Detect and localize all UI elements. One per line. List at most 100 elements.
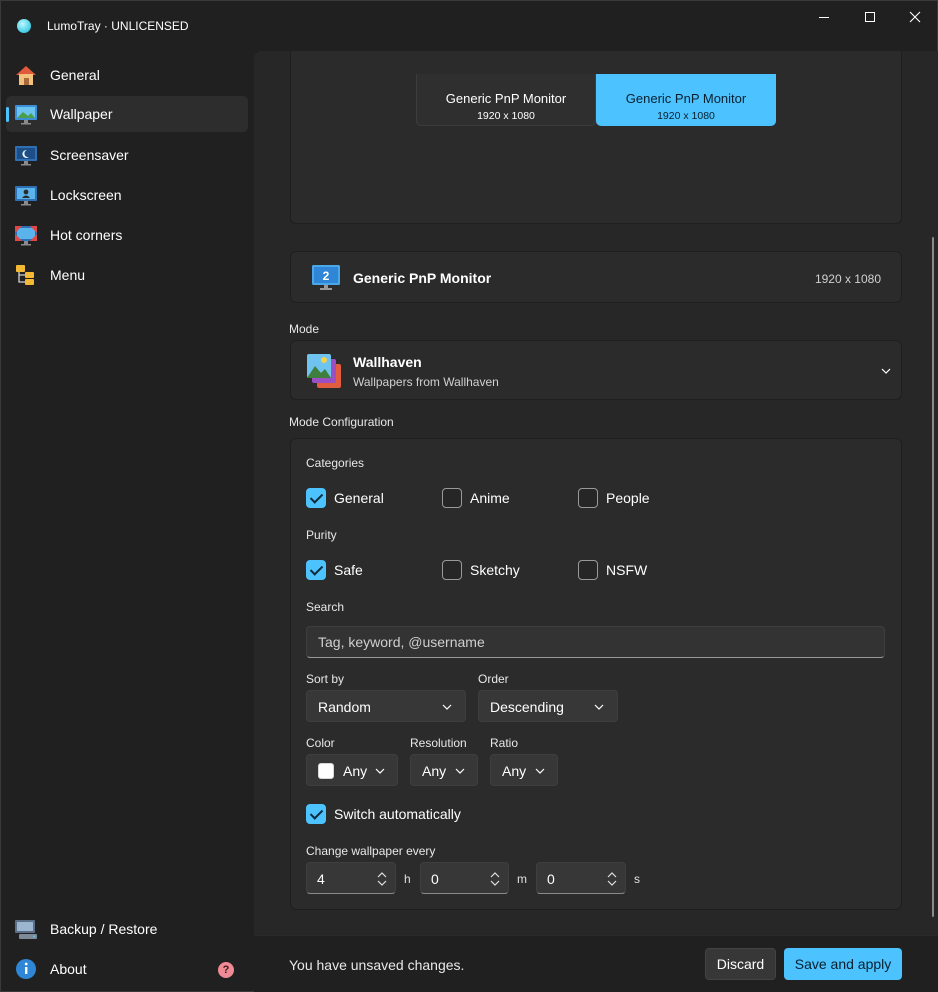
purity-sketchy-label: Sketchy [470,562,520,578]
chevron-down-icon [455,768,465,774]
mode-configuration-card [290,438,902,910]
active-indicator [6,107,9,122]
order-value: Descending [490,699,564,715]
sidebar-item-general[interactable]: General [6,57,248,93]
monitor-tile-2[interactable]: Generic PnP Monitor 1920 x 1080 [596,74,776,126]
close-icon [909,11,921,23]
close-button[interactable] [892,1,938,33]
seconds-stepper[interactable]: 0 [536,862,626,894]
save-and-apply-button[interactable]: Save and apply [784,948,902,980]
sidebar-item-label: Menu [50,267,86,283]
sidebar-item-wallpaper[interactable]: Wallpaper [6,96,248,132]
monitor-name: Generic PnP Monitor [625,91,747,106]
sort-by-value: Random [318,699,371,715]
mode-title: Wallhaven [353,354,422,370]
minutes-unit: m [517,872,527,886]
discard-button[interactable]: Discard [705,948,776,980]
screensaver-icon [15,146,37,166]
spin-arrows-icon[interactable] [376,870,388,888]
selected-monitor-card: 2 Generic PnP Monitor 1920 x 1080 [290,251,902,303]
sidebar-item-label: Wallpaper [50,106,113,122]
monitor-tile-1[interactable]: Generic PnP Monitor 1920 x 1080 [416,74,596,126]
sidebar-item-hot-corners[interactable]: Hot corners [6,217,248,253]
resolution-value: Any [422,763,447,779]
category-people-checkbox[interactable] [578,488,598,508]
chevron-down-icon [375,768,385,774]
hours-stepper[interactable]: 4 [306,862,396,894]
selected-monitor-resolution: 1920 x 1080 [814,272,881,286]
monitor-number: 2 [323,269,330,283]
order-dropdown[interactable]: Descending [478,690,618,722]
lockscreen-icon [15,186,37,206]
sort-by-label: Sort by [306,672,345,686]
chevron-down-icon [535,768,545,774]
sidebar-item-menu[interactable]: Menu [6,257,248,293]
category-anime-label: Anime [470,490,510,506]
backup-icon [15,920,37,939]
order-label: Order [478,672,509,686]
seconds-value: 0 [547,871,555,887]
app-logo-icon [17,19,31,33]
mode-dropdown[interactable]: Wallhaven Wallpapers from Wallhaven [290,340,902,400]
spin-arrows-icon[interactable] [489,870,501,888]
monitor-name: Generic PnP Monitor [445,91,567,106]
sidebar-item-label: Hot corners [50,227,123,243]
ratio-dropdown[interactable]: Any [490,754,558,786]
categories-label: Categories [306,456,365,470]
sort-by-dropdown[interactable]: Random [306,690,466,722]
seconds-unit: s [634,872,640,886]
purity-safe-label: Safe [334,562,363,578]
sidebar-item-backup-restore[interactable]: Backup / Restore [6,911,248,947]
wallhaven-icon [307,354,341,388]
unsaved-changes-text: You have unsaved changes. [289,957,465,973]
home-icon [16,66,36,85]
minutes-stepper[interactable]: 0 [420,862,509,894]
minutes-value: 0 [431,871,439,887]
color-label: Color [306,736,335,750]
color-value: Any [343,763,368,779]
selected-monitor-name: Generic PnP Monitor [353,270,492,286]
hours-value: 4 [317,871,325,887]
minimize-icon [819,16,829,18]
minimize-button[interactable] [801,1,847,33]
info-icon [16,959,36,979]
change-interval-label: Change wallpaper every [306,844,436,858]
mode-label: Mode [289,322,320,336]
maximize-button[interactable] [847,1,893,33]
sidebar-item-about[interactable]: About ? [6,951,248,987]
resolution-dropdown[interactable]: Any [410,754,478,786]
chevron-down-icon [442,704,452,710]
category-anime-checkbox[interactable] [442,488,462,508]
switch-automatically-label: Switch automatically [334,806,461,822]
purity-safe-checkbox[interactable] [306,560,326,580]
title-bar: LumoTray · UNLICENSED [1,1,938,51]
purity-nsfw-checkbox[interactable] [578,560,598,580]
notification-badge: ? [218,962,234,978]
app-window: LumoTray · UNLICENSED General Wallpaper … [0,0,938,992]
mode-subtitle: Wallpapers from Wallhaven [353,375,499,389]
mode-configuration-label: Mode Configuration [289,415,394,429]
hot-corners-icon [15,226,37,246]
chevron-down-icon [881,368,891,374]
category-general-label: General [334,490,384,506]
monitor-resolution: 1920 x 1080 [477,110,535,122]
spin-arrows-icon[interactable] [606,870,618,888]
color-swatch [318,763,334,779]
sidebar-item-label: Lockscreen [50,187,122,203]
search-input[interactable] [307,627,884,657]
sidebar-item-label: About [50,961,87,977]
purity-sketchy-checkbox[interactable] [442,560,462,580]
color-dropdown[interactable]: Any [306,754,398,786]
hours-unit: h [404,872,411,886]
search-label: Search [306,600,345,614]
sidebar-item-lockscreen[interactable]: Lockscreen [6,177,248,213]
sidebar-item-label: General [50,67,100,83]
search-field [306,626,885,658]
sidebar-item-screensaver[interactable]: Screensaver [6,137,248,173]
monitor-icon: 2 [312,265,340,290]
switch-automatically-checkbox[interactable] [306,804,326,824]
sidebar-item-label: Screensaver [50,147,129,163]
monitor-resolution: 1920 x 1080 [657,110,715,122]
scrollbar[interactable] [932,237,934,917]
category-general-checkbox[interactable] [306,488,326,508]
